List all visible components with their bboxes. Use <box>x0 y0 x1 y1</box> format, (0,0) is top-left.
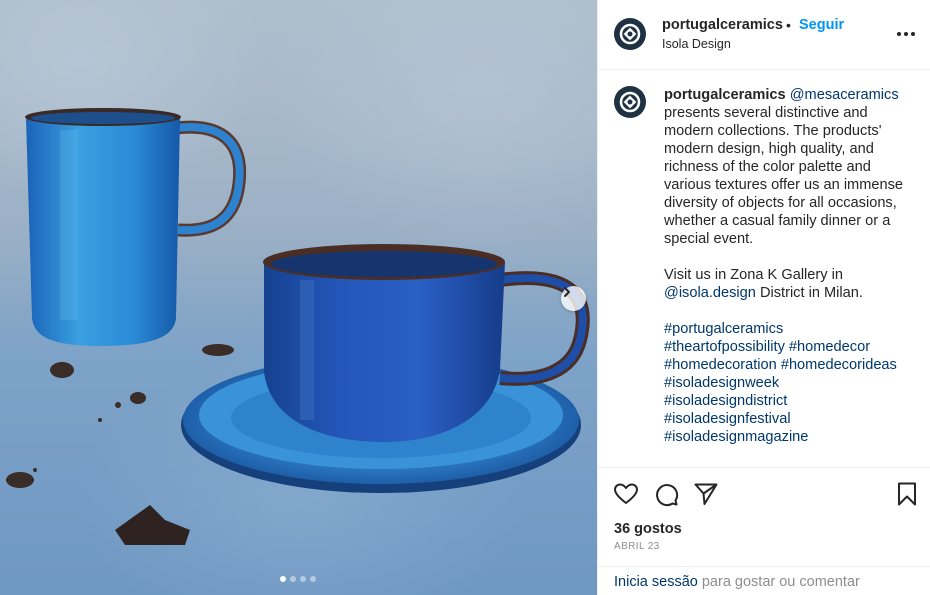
post-actions-bar <box>598 467 930 517</box>
post-caption: portugalceramics @mesaceramics presents … <box>598 70 930 467</box>
post-username[interactable]: portugalceramics <box>662 17 783 33</box>
mention-link-2[interactable]: @isola.design <box>664 285 756 301</box>
hashtag-link[interactable]: #isoladesignmagazine <box>664 428 914 446</box>
heart-icon[interactable] <box>613 481 639 507</box>
comment-icon[interactable] <box>653 481 679 507</box>
caption-body-2a: Visit us in Zona K Gallery in <box>664 267 843 283</box>
send-icon[interactable] <box>693 481 719 507</box>
avatar[interactable] <box>614 18 646 50</box>
caption-body-2b: District in Milan. <box>755 285 863 301</box>
like-count[interactable]: 36 gostos <box>614 521 682 537</box>
post-date: ABRIL 23 <box>614 541 660 552</box>
carousel-indicator <box>280 576 316 582</box>
caption-paragraph-1: portugalceramics @mesaceramics presents … <box>664 86 914 248</box>
carousel-next-button[interactable] <box>561 286 586 311</box>
post-header: portugalceramics • Seguir Isola Design <box>598 0 930 70</box>
brand-logo-icon <box>619 23 641 45</box>
ceramics-illustration <box>0 0 597 545</box>
hashtag-link[interactable]: #homedecoration #homedecorideas <box>664 356 914 374</box>
carousel-dot-active <box>280 576 286 582</box>
hashtag-link[interactable]: #isoladesignfestival <box>664 410 914 428</box>
carousel-dot <box>290 576 296 582</box>
caption-avatar[interactable] <box>614 86 646 118</box>
hashtag-link[interactable]: #theartofpossibility #homedecor <box>664 338 914 356</box>
mention-link[interactable]: @mesaceramics <box>790 87 899 103</box>
chevron-right-icon <box>564 287 570 297</box>
post-photo[interactable] <box>0 0 597 595</box>
login-prompt: Inicia sessão para gostar ou comentar <box>598 566 930 595</box>
follow-button[interactable]: Seguir <box>799 17 844 33</box>
separator-dot: • <box>786 17 791 33</box>
caption-body: presents several distinctive and modern … <box>664 105 904 247</box>
post-location[interactable]: Isola Design <box>662 37 731 51</box>
hashtag-link[interactable]: #portugalceramics <box>664 320 914 338</box>
caption-text: portugalceramics @mesaceramics presents … <box>664 86 914 446</box>
post-side-panel: portugalceramics • Seguir Isola Design p… <box>597 0 930 595</box>
login-link[interactable]: Inicia sessão <box>614 574 698 590</box>
carousel-dot <box>300 576 306 582</box>
carousel-dot <box>310 576 316 582</box>
hashtag-link[interactable]: #isoladesigndistrict <box>664 392 914 410</box>
caption-username[interactable]: portugalceramics <box>664 87 786 103</box>
caption-paragraph-2: Visit us in Zona K Gallery in @isola.des… <box>664 266 914 302</box>
brand-logo-icon <box>619 91 641 113</box>
bookmark-icon[interactable] <box>894 481 920 507</box>
login-prompt-text: para gostar ou comentar <box>697 574 860 590</box>
more-horizontal-icon[interactable] <box>894 24 918 44</box>
hashtag-link[interactable]: #isoladesignweek <box>664 374 914 392</box>
